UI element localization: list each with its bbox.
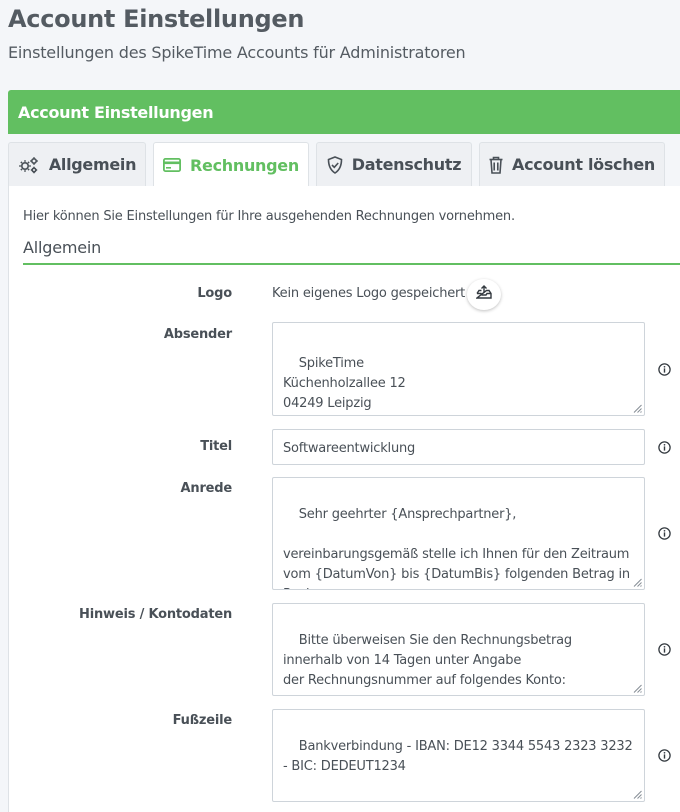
tab-datenschutz-label: Datenschutz <box>351 155 462 174</box>
absender-label: Absender <box>163 327 232 342</box>
hinweis-label: Hinweis / Kontodaten <box>79 607 232 622</box>
logo-status-text: Kein eigenes Logo gespeichert <box>272 286 466 301</box>
hinweis-value: Bitte überweisen Sie den Rechnungsbetrag… <box>283 633 572 688</box>
tab-bar: Allgemein Rechnungen Datenschutz Account… <box>8 134 680 187</box>
titel-info-icon[interactable] <box>658 441 671 454</box>
credit-card-icon <box>163 158 182 172</box>
fusszeile-value: Bankverbindung - IBAN: DE12 3344 5543 23… <box>283 739 637 774</box>
absender-textarea[interactable]: SpikeTime Küchenholzallee 12 04249 Leipz… <box>272 322 645 416</box>
fusszeile-label: Fußzeile <box>172 713 233 728</box>
gears-icon <box>18 156 40 174</box>
card-body: Hier können Sie Einstellungen für Ihre a… <box>8 186 680 812</box>
resize-handle-icon[interactable] <box>633 404 642 413</box>
hinweis-info-icon[interactable] <box>658 643 671 656</box>
page-title: Account Einstellungen <box>8 5 305 33</box>
resize-handle-icon[interactable] <box>633 790 642 799</box>
anrede-value: Sehr geehrter {Ansprechpartner}, vereinb… <box>283 507 630 589</box>
upload-icon <box>474 285 492 304</box>
section-title: Allgemein <box>23 238 102 257</box>
anrede-info-icon[interactable] <box>658 527 671 540</box>
tab-allgemein[interactable]: Allgemein <box>8 142 146 186</box>
trash-icon <box>489 156 503 174</box>
absender-value: SpikeTime Küchenholzallee 12 04249 Leipz… <box>283 356 406 411</box>
card-header: Account Einstellungen <box>8 90 680 134</box>
titel-input[interactable]: Softwareentwicklung <box>272 429 645 465</box>
fusszeile-textarea[interactable]: Bankverbindung - IBAN: DE12 3344 5543 23… <box>272 709 645 802</box>
page-subtitle: Einstellungen des SpikeTime Accounts für… <box>8 43 466 62</box>
tab-account-loeschen[interactable]: Account löschen <box>479 142 665 186</box>
titel-label: Titel <box>200 439 232 454</box>
upload-logo-button[interactable] <box>467 279 501 310</box>
anrede-textarea[interactable]: Sehr geehrter {Ansprechpartner}, vereinb… <box>272 477 645 590</box>
hinweis-textarea[interactable]: Bitte überweisen Sie den Rechnungsbetrag… <box>272 603 645 696</box>
fusszeile-info-icon[interactable] <box>658 749 671 762</box>
absender-info-icon[interactable] <box>658 363 671 376</box>
anrede-label: Anrede <box>180 481 233 496</box>
resize-handle-icon[interactable] <box>633 684 642 693</box>
tab-datenschutz[interactable]: Datenschutz <box>316 142 472 186</box>
tab-rechnungen-label: Rechnungen <box>190 155 299 175</box>
intro-text: Hier können Sie Einstellungen für Ihre a… <box>23 209 515 224</box>
section-divider <box>23 263 680 265</box>
tab-allgemein-label: Allgemein <box>48 155 137 174</box>
logo-label: Logo <box>197 286 232 301</box>
tab-account-loeschen-label: Account löschen <box>512 155 655 174</box>
tab-rechnungen[interactable]: Rechnungen <box>153 142 309 187</box>
resize-handle-icon[interactable] <box>633 578 642 587</box>
shield-icon <box>327 155 343 174</box>
